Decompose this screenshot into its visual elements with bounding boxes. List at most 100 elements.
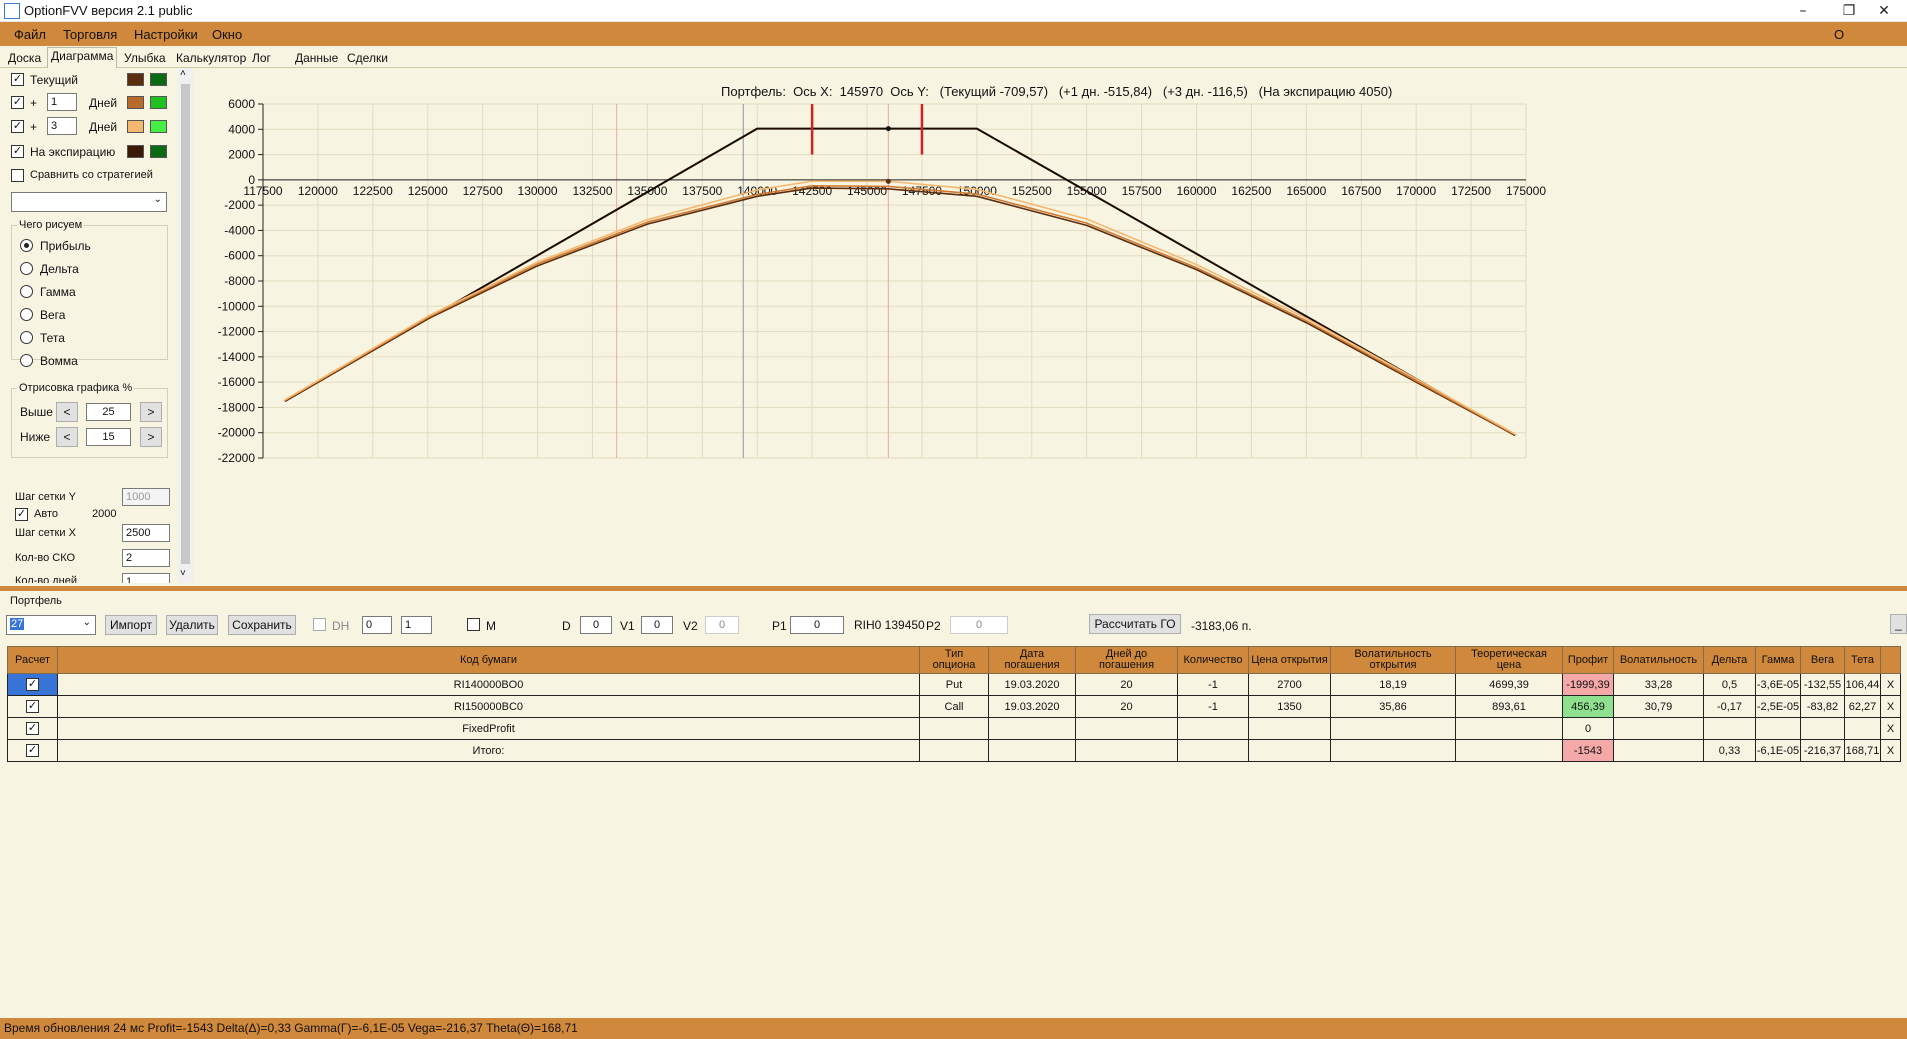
- table-row[interactable]: ✓ RI150000BC0 Call 19.03.2020 20 -1 1350 35,86 8…: [7, 695, 1901, 718]
- p2-input[interactable]: 0: [950, 616, 1008, 634]
- calc-checkbox-cell[interactable]: ✓: [7, 739, 58, 762]
- menu-settings[interactable]: Настройки: [134, 27, 198, 42]
- column-header-x[interactable]: [1880, 646, 1901, 674]
- calc-checkbox[interactable]: ✓: [26, 700, 39, 713]
- tab-calculator[interactable]: Калькулятор: [173, 50, 249, 66]
- radio-theta[interactable]: [20, 331, 33, 344]
- calc-checkbox-cell[interactable]: ✓: [7, 695, 58, 718]
- table-row[interactable]: ✓ Итого: -1543 0,33 -6,1E-05 -216,37 168,71 X: [7, 739, 1901, 762]
- radio-delta[interactable]: [20, 262, 33, 275]
- days2-input[interactable]: 3: [47, 117, 77, 135]
- tab-board[interactable]: Доска: [5, 50, 44, 66]
- cell-x[interactable]: X: [1880, 739, 1901, 762]
- grid-y-input[interactable]: 1000: [122, 488, 170, 506]
- days1-color-swatch[interactable]: [127, 96, 144, 109]
- dh-checkbox[interactable]: [313, 618, 326, 631]
- below-increase-button[interactable]: >: [140, 427, 162, 447]
- compare-checkbox[interactable]: [11, 169, 24, 182]
- grid-x-input[interactable]: 2500: [122, 524, 170, 542]
- calc-checkbox[interactable]: ✓: [26, 678, 39, 691]
- column-header-open[interactable]: Цена открытия: [1248, 646, 1331, 674]
- expiry-color-swatch[interactable]: [127, 145, 144, 158]
- portfolio-select[interactable]: 27 ⌄: [6, 615, 96, 635]
- scrollbar-thumb[interactable]: [181, 84, 190, 564]
- m-checkbox[interactable]: [467, 618, 480, 631]
- collapse-button[interactable]: _: [1890, 614, 1907, 634]
- column-header-vol[interactable]: Волатильность: [1613, 646, 1704, 674]
- calc-checkbox-cell[interactable]: ✓: [7, 717, 58, 740]
- current-greek-color-swatch[interactable]: [150, 73, 167, 86]
- scroll-up-icon[interactable]: ˄: [180, 68, 186, 79]
- column-header-gamma[interactable]: Гамма: [1755, 646, 1801, 674]
- cell-x[interactable]: X: [1880, 695, 1901, 718]
- expiry-checkbox[interactable]: ✓: [11, 145, 24, 158]
- profit-chart[interactable]: Портфель: Ось X: 145970 Ось Y: (Текущий …: [193, 68, 1907, 586]
- v2-input[interactable]: 0: [705, 616, 739, 634]
- column-header-calc[interactable]: Расчет: [7, 646, 58, 674]
- radio-vega[interactable]: [20, 308, 33, 321]
- column-header-vol-open[interactable]: Волатильность открытия: [1330, 646, 1456, 674]
- column-header-days[interactable]: Дней до погашения: [1075, 646, 1178, 674]
- plus-days2-checkbox[interactable]: ✓: [11, 120, 24, 133]
- p1-input[interactable]: 0: [790, 616, 844, 634]
- table-row[interactable]: ✓ RI140000BO0 Put 19.03.2020 20 -1 2700 18,19 46…: [7, 673, 1901, 696]
- calc-checkbox[interactable]: ✓: [26, 722, 39, 735]
- days1-input[interactable]: 1: [47, 93, 77, 111]
- tab-deals[interactable]: Сделки: [344, 50, 391, 66]
- cell-x[interactable]: X: [1880, 673, 1901, 696]
- radio-gamma[interactable]: [20, 285, 33, 298]
- tab-smile[interactable]: Улыбка: [121, 50, 169, 66]
- sko-input[interactable]: 2: [122, 549, 170, 567]
- column-header-type[interactable]: Тип опциона: [919, 646, 989, 674]
- dh-spin1[interactable]: 0: [362, 616, 392, 634]
- above-decrease-button[interactable]: <: [56, 402, 78, 422]
- above-input[interactable]: 25: [86, 403, 131, 421]
- menu-file[interactable]: Файл: [14, 27, 46, 42]
- auto-checkbox[interactable]: ✓: [15, 508, 28, 521]
- scroll-down-icon[interactable]: ˅: [180, 568, 186, 579]
- days2-greek-color-swatch[interactable]: [150, 120, 167, 133]
- cell-type: [919, 739, 989, 762]
- radio-profit[interactable]: [20, 239, 33, 252]
- below-input[interactable]: 15: [86, 428, 131, 446]
- column-header-code[interactable]: Код бумаги: [57, 646, 920, 674]
- column-header-theta[interactable]: Тета: [1844, 646, 1881, 674]
- v1-input[interactable]: 0: [641, 616, 673, 634]
- minimize-button[interactable]: –: [1780, 0, 1826, 22]
- current-checkbox[interactable]: ✓: [11, 73, 24, 86]
- strategy-select[interactable]: ⌄: [11, 192, 167, 212]
- above-increase-button[interactable]: >: [140, 402, 162, 422]
- tab-log[interactable]: Лог: [249, 50, 274, 66]
- calc-checkbox[interactable]: ✓: [26, 744, 39, 757]
- d-input[interactable]: 0: [580, 616, 612, 634]
- delete-button[interactable]: Удалить: [166, 615, 218, 635]
- menu-trade[interactable]: Торговля: [63, 27, 117, 42]
- cell-x[interactable]: X: [1880, 717, 1901, 740]
- last-input[interactable]: 1: [122, 573, 170, 583]
- days2-color-swatch[interactable]: [127, 120, 144, 133]
- expiry-greek-color-swatch[interactable]: [150, 145, 167, 158]
- below-decrease-button[interactable]: <: [56, 427, 78, 447]
- plus-days1-checkbox[interactable]: ✓: [11, 96, 24, 109]
- table-row[interactable]: ✓ FixedProfit 0 X: [7, 717, 1901, 740]
- calc-go-button[interactable]: Рассчитать ГО: [1089, 614, 1181, 634]
- save-button[interactable]: Сохранить: [228, 615, 296, 635]
- column-header-qty[interactable]: Количество: [1177, 646, 1249, 674]
- close-button[interactable]: ✕: [1861, 0, 1907, 22]
- column-header-theo[interactable]: Теоретическая цена: [1455, 646, 1563, 674]
- days1-greek-color-swatch[interactable]: [150, 96, 167, 109]
- menu-window[interactable]: Окно: [212, 27, 242, 42]
- left-panel-scrollbar[interactable]: ˄ ˅: [178, 68, 193, 583]
- column-header-profit[interactable]: Профит: [1562, 646, 1614, 674]
- import-button[interactable]: Импорт: [105, 615, 157, 635]
- calc-checkbox-cell[interactable]: ✓: [7, 673, 58, 696]
- column-header-date[interactable]: Дата погашения: [988, 646, 1076, 674]
- current-color-swatch[interactable]: [127, 73, 144, 86]
- column-header-delta[interactable]: Дельта: [1703, 646, 1756, 674]
- radio-vomma[interactable]: [20, 354, 33, 367]
- cell-date: 19.03.2020: [988, 673, 1076, 696]
- column-header-vega[interactable]: Вега: [1800, 646, 1845, 674]
- dh-spin2[interactable]: 1: [401, 616, 432, 634]
- tab-diagram[interactable]: Диаграмма: [47, 47, 118, 69]
- tab-data[interactable]: Данные: [292, 50, 341, 66]
